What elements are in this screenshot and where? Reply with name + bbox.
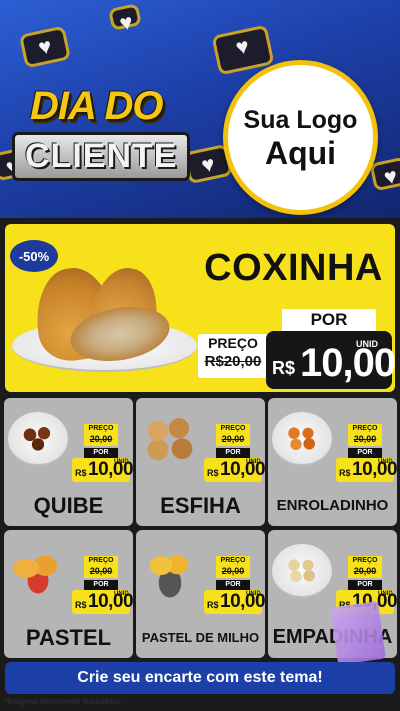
image-disclaimer: *Imagens Meramente Ilustrativas — [4, 697, 121, 706]
logo-text-line-2: Aqui — [264, 134, 337, 171]
quibe-image — [8, 412, 68, 466]
por-label: POR — [216, 448, 250, 458]
pastel-image — [8, 544, 68, 598]
product-card-quibe: PREÇO 20,00 POR R$ 10,00 UNID QUIBE — [4, 398, 133, 526]
product-name: PASTEL — [25, 625, 112, 650]
product-card-enroladinho: PREÇO 20,00 POR R$ 10,00 UNID ENROLADINH… — [268, 398, 397, 526]
unit-label: UNID — [378, 591, 393, 597]
unit-label: UNID — [246, 591, 261, 597]
price-label-box: PREÇO 20,00 — [216, 424, 250, 446]
logo-text-line-1: Sua Logo — [243, 105, 358, 134]
new-price-box: R$ 10,00 UNID — [72, 590, 133, 614]
price-label-box: PREÇO 20,00 — [348, 424, 382, 446]
logo-placeholder: Sua Logo Aqui — [223, 60, 378, 215]
featured-old-price: R$20,00 — [204, 353, 262, 370]
price-label-box: PREÇO 20,00 — [84, 424, 118, 446]
unit-label: UNID — [114, 459, 129, 465]
featured-product-name: COXINHA — [204, 247, 383, 289]
event-title: DIA DO CLIENTE — [12, 84, 202, 184]
old-price: 20,00 — [353, 434, 377, 444]
create-flyer-button[interactable]: Crie seu encarte com este tema! — [5, 662, 395, 694]
por-label: POR — [84, 580, 118, 590]
old-price: 20,00 — [221, 566, 245, 576]
discount-badge: -50% — [10, 240, 58, 272]
new-price-box: R$ 10,00 UNID — [336, 458, 397, 482]
currency: R$ — [75, 468, 87, 478]
price-label: PREÇO — [220, 557, 246, 564]
unit-label: UNID — [378, 459, 393, 465]
heart-badge-icon — [18, 25, 72, 69]
new-price-box: R$ 10,00 UNID — [72, 458, 133, 482]
product-name: PASTEL DE MILHO — [141, 630, 260, 645]
currency: R$ — [207, 468, 219, 478]
shopping-bag-icon — [330, 600, 386, 666]
new-price-box: R$ 10,00 UNID — [204, 458, 265, 482]
featured-por-label: POR — [282, 309, 376, 331]
title-line-1: DIA DO — [30, 84, 164, 128]
pastel-de-milho-image — [140, 544, 200, 598]
header-banner: DIA DO CLIENTE Sua Logo Aqui — [0, 0, 400, 218]
old-price: 20,00 — [353, 566, 377, 576]
featured-currency: R$ — [272, 358, 296, 378]
por-label: POR — [84, 448, 118, 458]
featured-new-price: 10,00 — [300, 341, 396, 385]
title-line-2: CLIENTE — [12, 132, 191, 181]
enroladinho-image — [272, 412, 332, 466]
product-card-pastel-de-milho: PREÇO 20,00 POR R$ 10,00 UNID PASTEL DE … — [136, 530, 265, 658]
por-label: POR — [348, 580, 382, 590]
price-label-box: PREÇO 20,00 — [216, 556, 250, 578]
new-price-box: R$ 10,00 UNID — [204, 590, 265, 614]
currency: R$ — [339, 468, 351, 478]
price-label-box: PREÇO 20,00 — [84, 556, 118, 578]
price-label-box: PREÇO 20,00 — [348, 556, 382, 578]
product-name: ESFIHA — [160, 493, 241, 518]
unit-label: UNID — [246, 459, 261, 465]
product-name: ENROLADINHO — [276, 497, 389, 514]
currency: R$ — [207, 600, 219, 610]
price-label: PREÇO — [88, 425, 114, 432]
unit-label: UNID — [114, 591, 129, 597]
price-label: PREÇO — [220, 425, 246, 432]
price-label: PREÇO — [352, 557, 378, 564]
old-price: 20,00 — [89, 434, 113, 444]
old-price: 20,00 — [221, 434, 245, 444]
empadinha-image — [272, 544, 332, 598]
product-name: QUIBE — [33, 493, 104, 518]
currency: R$ — [75, 600, 87, 610]
product-card-esfiha: PREÇO 20,00 POR R$ 10,00 UNID ESFIHA — [136, 398, 265, 526]
por-label: POR — [216, 580, 250, 590]
old-price: 20,00 — [89, 566, 113, 576]
price-label: PREÇO — [88, 557, 114, 564]
price-label: PREÇO — [352, 425, 378, 432]
featured-price-label: PREÇO — [208, 335, 258, 351]
heart-badge-icon — [108, 3, 142, 31]
por-label: POR — [348, 448, 382, 458]
esfiha-image — [140, 412, 200, 466]
product-card-pastel: PREÇO 20,00 POR R$ 10,00 UNID PASTEL — [4, 530, 133, 658]
